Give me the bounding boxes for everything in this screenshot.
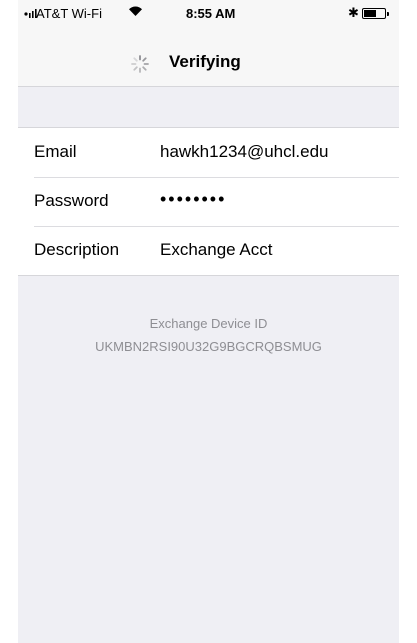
wifi-icon [129, 6, 142, 16]
email-label: Email [34, 142, 77, 161]
battery-level [364, 10, 376, 17]
password-field[interactable]: •••••••• [160, 189, 226, 210]
description-label: Description [34, 240, 120, 259]
password-label: Password [34, 191, 109, 210]
carrier-label: AT&T Wi-Fi [36, 6, 102, 21]
phone-screen: AT&T Wi-Fi 8:55 AM ✱ Verifying Email haw… [18, 0, 399, 643]
status-bar: AT&T Wi-Fi 8:55 AM ✱ [18, 0, 399, 26]
account-settings-group: Email hawkh1234@uhcl.edu Password ••••••… [18, 127, 399, 276]
description-field[interactable]: Exchange Acct [160, 240, 272, 260]
battery-icon [362, 8, 389, 19]
email-field[interactable]: hawkh1234@uhcl.edu [160, 142, 329, 162]
device-id-label: Exchange Device ID [149, 316, 268, 331]
bluetooth-icon: ✱ [348, 5, 359, 20]
device-id-value: UKMBN2RSI90U32G9BGCRQBSMUG [95, 339, 322, 354]
password-row[interactable]: Password •••••••• [18, 177, 399, 226]
navigation-bar: Verifying [18, 44, 399, 80]
clock: 8:55 AM [186, 6, 236, 21]
email-row[interactable]: Email hawkh1234@uhcl.edu [18, 128, 399, 177]
description-row[interactable]: Description Exchange Acct [18, 226, 399, 275]
top-bar: AT&T Wi-Fi 8:55 AM ✱ Verifying [18, 0, 399, 87]
device-id-footer: Exchange Device ID UKMBN2RSI90U32G9BGCRQ… [18, 316, 399, 354]
activity-spinner-icon [131, 55, 149, 73]
page-title: Verifying [169, 52, 241, 71]
